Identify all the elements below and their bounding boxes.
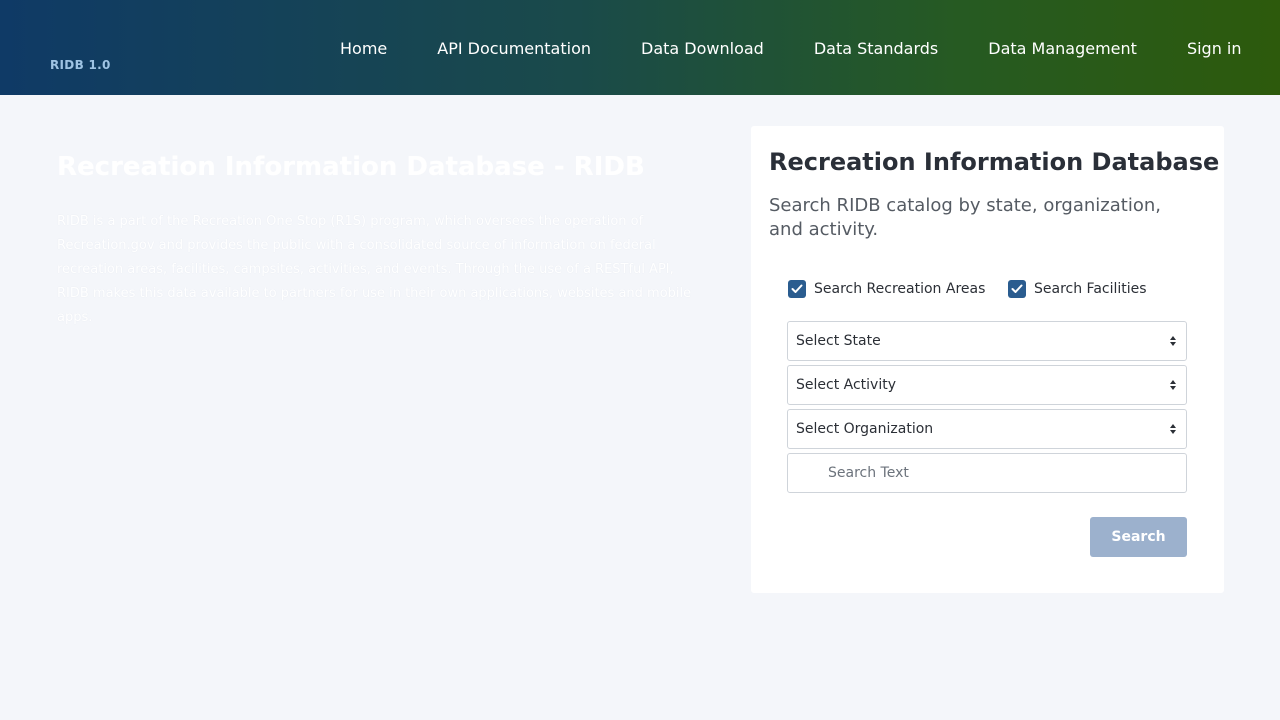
nav-data-standards[interactable]: Data Standards	[814, 38, 938, 60]
activity-select-value: Select Activity	[796, 377, 896, 393]
hero-title: Recreation Information Database - RIDB	[57, 152, 645, 182]
search-facilities-checkbox[interactable]: Search Facilities	[1008, 280, 1147, 298]
nav-data-download[interactable]: Data Download	[641, 38, 764, 60]
sort-arrows-icon	[1170, 380, 1176, 390]
sort-arrows-icon	[1170, 424, 1176, 434]
search-recreation-areas-checkbox[interactable]: Search Recreation Areas	[788, 280, 985, 298]
search-panel: Recreation Information Database Search R…	[751, 126, 1224, 593]
nav-home[interactable]: Home	[340, 38, 387, 60]
search-text-placeholder: Search Text	[828, 465, 909, 481]
panel-title: Recreation Information Database	[769, 148, 1220, 176]
check-label-facilities: Search Facilities	[1034, 281, 1147, 297]
activity-select[interactable]: Select Activity	[787, 365, 1187, 405]
hero-description: RIDB is a part of the Recreation One Sto…	[57, 214, 692, 325]
nav-sign-in[interactable]: Sign in	[1187, 38, 1242, 60]
main-nav: Home API Documentation Data Download Dat…	[340, 38, 1242, 60]
panel-subtitle: Search RIDB catalog by state, organizati…	[769, 195, 1161, 240]
site-logo[interactable]: RIDB 1.0	[50, 58, 111, 72]
organization-select[interactable]: Select Organization	[787, 409, 1187, 449]
site-header: RIDB 1.0 Home API Documentation Data Dow…	[0, 0, 1280, 95]
check-icon[interactable]	[1008, 280, 1026, 298]
search-button[interactable]: Search	[1090, 517, 1187, 557]
check-label-recreation-areas: Search Recreation Areas	[814, 281, 986, 297]
sort-arrows-icon	[1170, 336, 1176, 346]
organization-select-value: Select Organization	[796, 421, 934, 437]
nav-data-management[interactable]: Data Management	[988, 38, 1137, 60]
search-text-input[interactable]: Search Text	[787, 453, 1187, 493]
state-select[interactable]: Select State	[787, 321, 1187, 361]
check-icon[interactable]	[788, 280, 806, 298]
state-select-value: Select State	[796, 333, 881, 349]
nav-api-documentation[interactable]: API Documentation	[437, 38, 591, 60]
